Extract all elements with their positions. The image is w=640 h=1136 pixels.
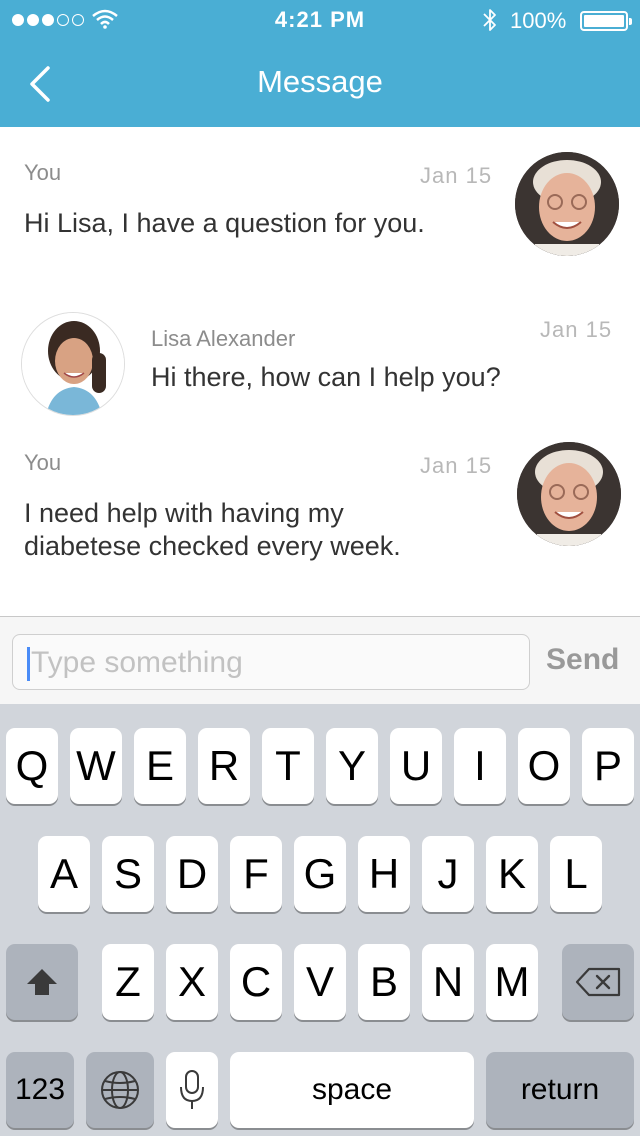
return-key[interactable]: return	[486, 1052, 634, 1128]
message-sender: You	[24, 450, 62, 475]
key-l[interactable]: L	[550, 836, 602, 912]
key-y[interactable]: Y	[326, 728, 378, 804]
key-h[interactable]: H	[358, 836, 410, 912]
key-r[interactable]: R	[198, 728, 250, 804]
microphone-icon	[180, 1070, 204, 1109]
shift-arrow-icon	[27, 969, 57, 995]
numbers-key[interactable]: 123	[6, 1052, 74, 1128]
message-input-placeholder: Type something	[31, 646, 243, 679]
key-j[interactable]: J	[422, 836, 474, 912]
message-date: Jan 15	[420, 453, 493, 478]
status-bar: 4:21 PM 100%	[0, 0, 640, 40]
key-c[interactable]: C	[230, 944, 282, 1020]
globe-key[interactable]	[86, 1052, 154, 1128]
key-e[interactable]: E	[134, 728, 186, 804]
key-v[interactable]: V	[294, 944, 346, 1020]
key-d[interactable]: D	[166, 836, 218, 912]
dictation-key[interactable]	[166, 1052, 218, 1128]
key-u[interactable]: U	[390, 728, 442, 804]
keyboard: Q W E R T Y U I O P A S D F G H J K L Z …	[0, 704, 640, 1136]
message-list[interactable]: You Jan 15 Hi Lisa, I have a question fo…	[0, 127, 640, 616]
message-text-line: diabetese checked every week.	[24, 531, 401, 561]
message-sender: You	[24, 160, 62, 185]
key-z[interactable]: Z	[102, 944, 154, 1020]
bluetooth-icon	[483, 9, 496, 31]
message-text: Hi Lisa, I have a question for you.	[24, 208, 425, 238]
key-f[interactable]: F	[230, 836, 282, 912]
key-p[interactable]: P	[582, 728, 634, 804]
key-g[interactable]: G	[294, 836, 346, 912]
key-n[interactable]: N	[422, 944, 474, 1020]
key-o[interactable]: O	[518, 728, 570, 804]
message-date: Jan 15	[420, 163, 493, 188]
app-header: 4:21 PM 100% Message	[0, 0, 640, 127]
battery-icon	[580, 11, 632, 31]
page-title: Message	[257, 64, 383, 99]
message-text-line: I need help with having my	[24, 498, 344, 528]
battery-percent: 100%	[510, 8, 567, 33]
shift-key[interactable]	[6, 944, 78, 1020]
key-k[interactable]: K	[486, 836, 538, 912]
compose-bar: Type something Send	[0, 616, 640, 704]
elderly-woman-avatar[interactable]	[517, 442, 621, 546]
text-caret	[27, 647, 30, 681]
key-i[interactable]: I	[454, 728, 506, 804]
elderly-woman-avatar[interactable]	[515, 152, 619, 256]
space-key[interactable]: space	[230, 1052, 474, 1128]
key-b[interactable]: B	[358, 944, 410, 1020]
send-button[interactable]: Send	[546, 643, 619, 677]
key-q[interactable]: Q	[6, 728, 58, 804]
message-item: You Jan 15 Hi Lisa, I have a question fo…	[0, 127, 640, 277]
message-text: Hi there, how can I help you?	[151, 362, 501, 392]
globe-icon	[101, 1071, 139, 1109]
key-t[interactable]: T	[262, 728, 314, 804]
key-w[interactable]: W	[70, 728, 122, 804]
delete-key[interactable]	[562, 944, 634, 1020]
message-date: Jan 15	[540, 317, 613, 342]
message-item: Lisa Alexander Jan 15 Hi there, how can …	[0, 277, 640, 417]
key-m[interactable]: M	[486, 944, 538, 1020]
key-x[interactable]: X	[166, 944, 218, 1020]
message-sender: Lisa Alexander	[151, 326, 296, 351]
backspace-icon	[575, 967, 621, 997]
message-input[interactable]: Type something	[12, 634, 530, 690]
key-s[interactable]: S	[102, 836, 154, 912]
nurse-avatar[interactable]	[21, 312, 125, 416]
message-item: You Jan 15 I need help with having my di…	[0, 417, 640, 616]
key-a[interactable]: A	[38, 836, 90, 912]
